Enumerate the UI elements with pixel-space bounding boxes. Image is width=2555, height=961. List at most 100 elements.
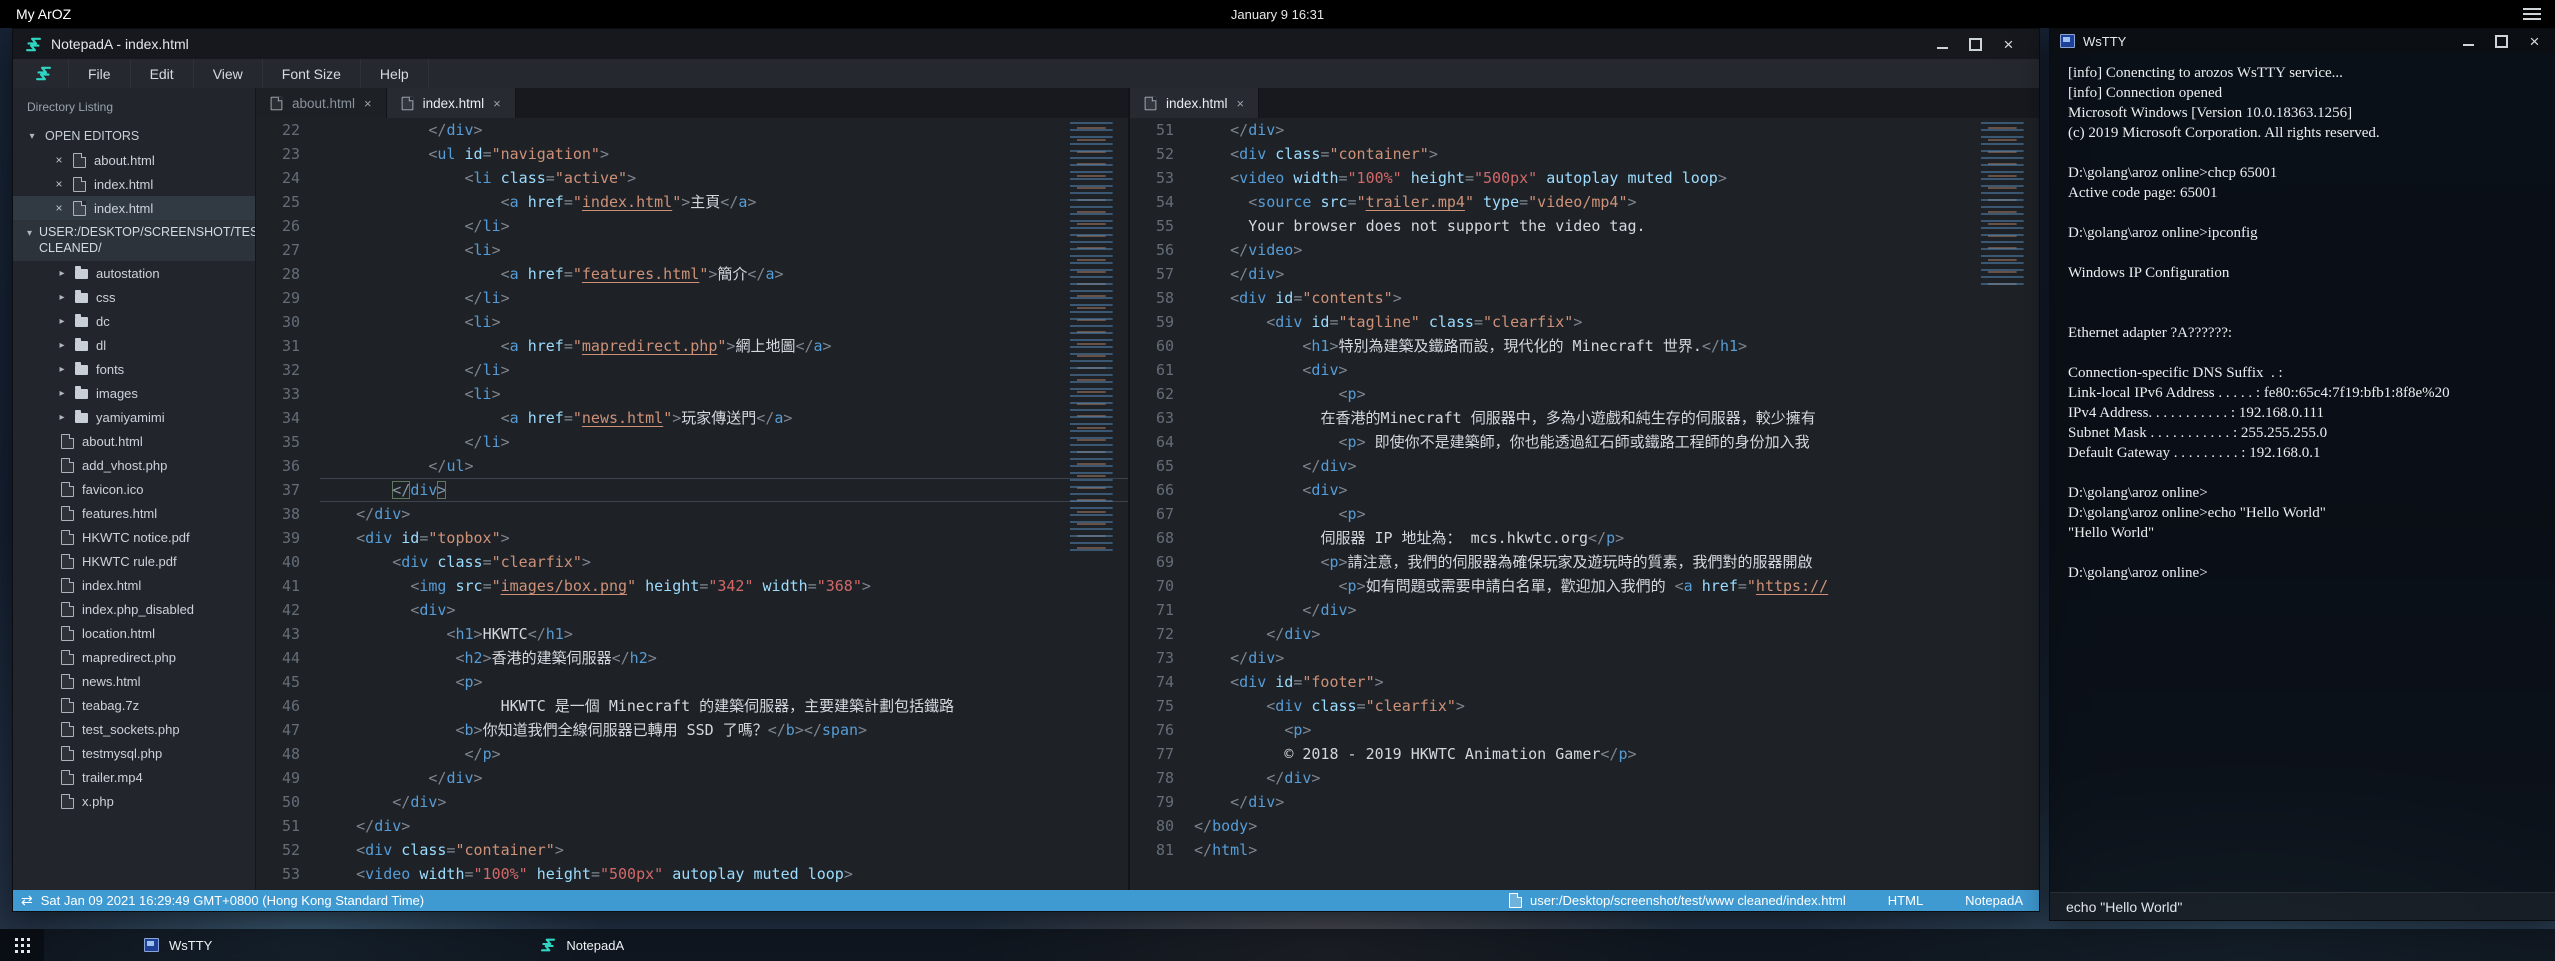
code-line-65[interactable]: 65 </div> — [1130, 454, 2039, 478]
code-line-28[interactable]: 28 <a href="features.html">簡介</a> — [256, 262, 1128, 286]
code-line-33[interactable]: 33 <li> — [256, 382, 1128, 406]
code-line-54[interactable]: 54 <source src="trailer.mp4" type="video… — [1130, 190, 2039, 214]
code-line-67[interactable]: 67 <p> — [1130, 502, 2039, 526]
code-line-48[interactable]: 48 </p> — [256, 742, 1128, 766]
tree-file-mapredirect-php[interactable]: mapredirect.php — [13, 645, 255, 669]
code-line-37[interactable]: 37 </div> — [256, 478, 1128, 502]
code-line-44[interactable]: 44 <h2>香港的建築伺服器</h2> — [256, 646, 1128, 670]
tree-file-news-html[interactable]: news.html — [13, 669, 255, 693]
code-line-52[interactable]: 52 <div class="container"> — [1130, 142, 2039, 166]
code-line-72[interactable]: 72 </div> — [1130, 622, 2039, 646]
code-line-79[interactable]: 79 </div> — [1130, 790, 2039, 814]
tree-file-HKWTC-rule-pdf[interactable]: HKWTC rule.pdf — [13, 549, 255, 573]
code-line-40[interactable]: 40 <div class="clearfix"> — [256, 550, 1128, 574]
tree-folder-images[interactable]: ▸images — [13, 381, 255, 405]
code-line-22[interactable]: 22 </div> — [256, 118, 1128, 142]
code-line-63[interactable]: 63 在香港的Minecraft 伺服器中，多為小遊戲和純生存的伺服器，較少擁有 — [1130, 406, 2039, 430]
tab-about.html[interactable]: about.html× — [256, 88, 387, 118]
tree-file-x-php[interactable]: x.php — [13, 789, 255, 813]
chevron-right-icon[interactable]: ▸ — [57, 316, 67, 327]
tab-index.html[interactable]: index.html× — [387, 88, 516, 118]
tree-file-favicon-ico[interactable]: favicon.ico — [13, 477, 255, 501]
chevron-right-icon[interactable]: ▸ — [57, 388, 67, 399]
tab-close-icon[interactable]: × — [1237, 96, 1245, 111]
code-line-51[interactable]: 51 </div> — [256, 814, 1128, 838]
terminal-input[interactable]: echo "Hello World" — [2050, 892, 2555, 920]
code-line-58[interactable]: 58 <div id="contents"> — [1130, 286, 2039, 310]
code-line-76[interactable]: 76 <p> — [1130, 718, 2039, 742]
tree-file-add-vhost-php[interactable]: add_vhost.php — [13, 453, 255, 477]
terminal-output[interactable]: [info] Conencting to arozos WsTTY servic… — [2050, 53, 2555, 892]
system-menu-title[interactable]: My ArOZ — [16, 6, 71, 22]
code-line-66[interactable]: 66 <div> — [1130, 478, 2039, 502]
code-line-73[interactable]: 73 </div> — [1130, 646, 2039, 670]
code-line-41[interactable]: 41 <img src="images/box.png" height="342… — [256, 574, 1128, 598]
app-launcher-button[interactable] — [0, 929, 44, 961]
code-line-29[interactable]: 29 </li> — [256, 286, 1128, 310]
code-line-23[interactable]: 23 <ul id="navigation"> — [256, 142, 1128, 166]
close-icon[interactable]: × — [53, 177, 65, 191]
notepada-titlebar[interactable]: NotepadA - index.html × — [13, 29, 2039, 59]
close-icon[interactable]: × — [53, 201, 65, 215]
tree-folder-css[interactable]: ▸css — [13, 285, 255, 309]
code-line-69[interactable]: 69 <p>請注意，我們的伺服器為確保玩家及遊玩時的質素，我們對的服器開啟 — [1130, 550, 2039, 574]
code-line-39[interactable]: 39 <div id="topbox"> — [256, 526, 1128, 550]
code-line-74[interactable]: 74 <div id="footer"> — [1130, 670, 2039, 694]
code-line-32[interactable]: 32 </li> — [256, 358, 1128, 382]
code-line-34[interactable]: 34 <a href="news.html">玩家傳送門</a> — [256, 406, 1128, 430]
tree-file-features-html[interactable]: features.html — [13, 501, 255, 525]
tree-file-about-html[interactable]: about.html — [13, 429, 255, 453]
code-line-77[interactable]: 77 © 2018 - 2019 HKWTC Animation Gamer</… — [1130, 742, 2039, 766]
code-line-61[interactable]: 61 <div> — [1130, 358, 2039, 382]
tree-file-index-php-disabled[interactable]: index.php_disabled — [13, 597, 255, 621]
chevron-right-icon[interactable]: ▸ — [57, 340, 67, 351]
code-line-52[interactable]: 52 <div class="container"> — [256, 838, 1128, 862]
tree-file-trailer-mp4[interactable]: trailer.mp4 — [13, 765, 255, 789]
code-line-38[interactable]: 38 </div> — [256, 502, 1128, 526]
code-line-60[interactable]: 60 <h1>特別為建築及鐵路而設，現代化的 Minecraft 世界.</h1… — [1130, 334, 2039, 358]
code-line-26[interactable]: 26 </li> — [256, 214, 1128, 238]
tab-close-icon[interactable]: × — [364, 96, 372, 111]
tab-close-icon[interactable]: × — [493, 96, 501, 111]
code-line-78[interactable]: 78 </div> — [1130, 766, 2039, 790]
code-line-47[interactable]: 47 <b>你知道我們全線伺服器已轉用 SSD 了嗎？</b></span> — [256, 718, 1128, 742]
open-editor-item[interactable]: ×index.html — [13, 172, 255, 196]
code-line-30[interactable]: 30 <li> — [256, 310, 1128, 334]
code-line-64[interactable]: 64 <p> 即使你不是建築師，你也能透過紅石師或鐵路工程師的身份加入我 — [1130, 430, 2039, 454]
code-line-45[interactable]: 45 <p> — [256, 670, 1128, 694]
tree-folder-yamiyamimi[interactable]: ▸yamiyamimi — [13, 405, 255, 429]
code-line-42[interactable]: 42 <div> — [256, 598, 1128, 622]
code-line-80[interactable]: 80</body> — [1130, 814, 2039, 838]
code-line-49[interactable]: 49 </div> — [256, 766, 1128, 790]
tree-folder-fonts[interactable]: ▸fonts — [13, 357, 255, 381]
tree-file-testmysql-php[interactable]: testmysql.php — [13, 741, 255, 765]
code-line-24[interactable]: 24 <li class="active"> — [256, 166, 1128, 190]
menu-item-edit[interactable]: Edit — [130, 59, 193, 88]
code-line-68[interactable]: 68 伺服器 IP 地址為： mcs.hkwtc.org</p> — [1130, 526, 2039, 550]
code-line-35[interactable]: 35 </li> — [256, 430, 1128, 454]
taskbar-item-notepada[interactable]: NotepadA — [526, 929, 638, 961]
tree-folder-autostation[interactable]: ▸autostation — [13, 261, 255, 285]
chevron-right-icon[interactable]: ▸ — [57, 364, 67, 375]
open-editor-item[interactable]: ×about.html — [13, 148, 255, 172]
code-line-71[interactable]: 71 </div> — [1130, 598, 2039, 622]
close-icon[interactable]: × — [2002, 38, 2015, 51]
hamburger-menu-icon[interactable] — [2523, 8, 2541, 20]
tree-folder-dl[interactable]: ▸dl — [13, 333, 255, 357]
tree-file-HKWTC-notice-pdf[interactable]: HKWTC notice.pdf — [13, 525, 255, 549]
code-line-25[interactable]: 25 <a href="index.html">主頁</a> — [256, 190, 1128, 214]
chevron-right-icon[interactable]: ▸ — [57, 292, 67, 303]
code-line-55[interactable]: 55 Your browser does not support the vid… — [1130, 214, 2039, 238]
code-editor-right[interactable]: 51 </div>52 <div class="container">53 <v… — [1130, 118, 2039, 890]
code-line-81[interactable]: 81</html> — [1130, 838, 2039, 862]
open-editor-item[interactable]: ×index.html — [13, 196, 255, 220]
taskbar-item-wstty[interactable]: WsTTY — [130, 929, 226, 961]
code-line-57[interactable]: 57 </div> — [1130, 262, 2039, 286]
close-icon[interactable]: × — [2528, 35, 2541, 48]
menu-item-file[interactable]: File — [68, 59, 130, 88]
minimize-icon[interactable] — [2462, 35, 2475, 48]
statusbar-filetype[interactable]: HTML — [1888, 893, 1923, 908]
open-editors-section[interactable]: ▾ OPEN EDITORS — [13, 124, 255, 148]
tree-file-test-sockets-php[interactable]: test_sockets.php — [13, 717, 255, 741]
maximize-icon[interactable] — [1969, 38, 1982, 51]
